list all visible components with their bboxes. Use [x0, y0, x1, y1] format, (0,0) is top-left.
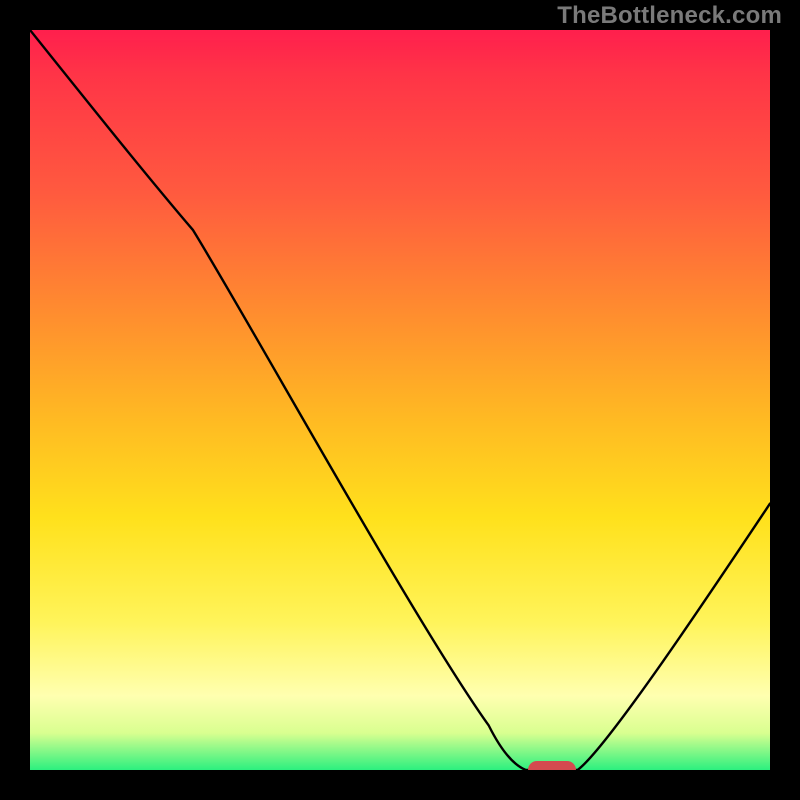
bottleneck-curve [30, 30, 770, 770]
optimal-marker [528, 761, 576, 770]
chart-frame: TheBottleneck.com [0, 0, 800, 800]
plot-area [30, 30, 770, 770]
watermark-label: TheBottleneck.com [557, 2, 782, 30]
